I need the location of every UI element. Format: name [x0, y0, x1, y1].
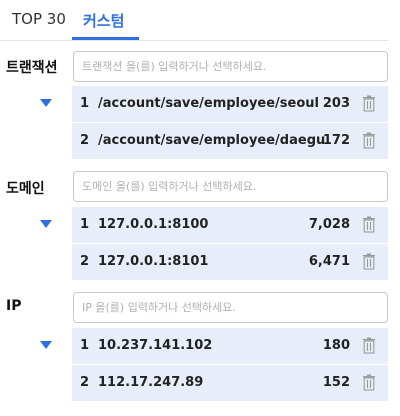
row-index: 2 [80, 133, 90, 148]
row-count: 6,471 [308, 254, 350, 269]
list-item[interactable]: 1 127.0.0.1:8100 7,028 [72, 207, 388, 243]
list-item[interactable]: 2 112.17.247.89 152 [72, 365, 388, 401]
list-item[interactable]: 2 127.0.0.1:8101 6,471 [72, 244, 388, 280]
row-index: 1 [80, 96, 90, 111]
section-label-domain: 도메인 [6, 181, 45, 197]
row-count: 203 [322, 96, 350, 111]
domain-search-input[interactable] [73, 171, 388, 202]
row-name: 127.0.0.1:8100 [98, 217, 209, 232]
row-count: 7,028 [308, 217, 350, 232]
row-name: 127.0.0.1:8101 [98, 254, 209, 269]
transaction-search-input[interactable] [73, 51, 388, 82]
row-index: 1 [80, 338, 90, 353]
row-name: 10.237.141.102 [98, 338, 213, 353]
tab-custom[interactable]: 커스텀 [83, 10, 124, 31]
chevron-down-icon[interactable] [40, 99, 52, 107]
trash-icon[interactable] [362, 374, 376, 391]
row-name: 112.17.247.89 [98, 375, 204, 390]
row-count: 180 [322, 338, 350, 353]
trash-icon[interactable] [362, 95, 376, 112]
row-name: /account/save/employee/seoul [98, 96, 319, 111]
row-index: 1 [80, 217, 90, 232]
section-label-transaction: 트랜잭션 [6, 60, 58, 76]
trash-icon[interactable] [362, 216, 376, 233]
list-item[interactable]: 2 /account/save/employee/daegu 172 [72, 123, 388, 159]
tab-divider [0, 40, 388, 41]
tab-top30[interactable]: TOP 30 [12, 10, 66, 28]
row-name: /account/save/employee/daegu [98, 133, 326, 148]
list-item[interactable]: 1 /account/save/employee/seoul 203 [72, 86, 388, 122]
row-count: 172 [322, 133, 350, 148]
row-index: 2 [80, 375, 90, 390]
section-label-ip: IP [6, 298, 22, 314]
row-index: 2 [80, 254, 90, 269]
trash-icon[interactable] [362, 337, 376, 354]
list-item[interactable]: 1 10.237.141.102 180 [72, 328, 388, 364]
tab-bar: TOP 30 커스텀 [0, 0, 400, 40]
chevron-down-icon[interactable] [40, 220, 52, 228]
chevron-down-icon[interactable] [40, 341, 52, 349]
row-count: 152 [322, 375, 350, 390]
trash-icon[interactable] [362, 253, 376, 270]
ip-search-input[interactable] [73, 292, 388, 323]
trash-icon[interactable] [362, 132, 376, 149]
